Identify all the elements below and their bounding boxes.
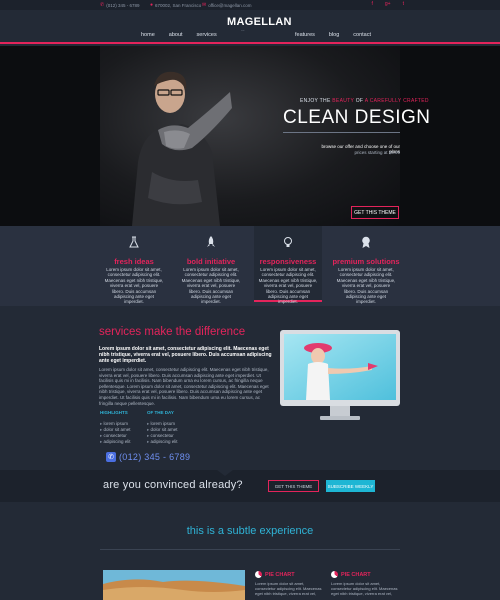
- list-item: adipiscing elit: [147, 439, 178, 445]
- hero-price: prices starting at $5.99: [354, 150, 400, 155]
- logo[interactable]: MAGELLAN: [227, 16, 292, 28]
- feature-card[interactable]: premium solutions Lorem ipsum dolor sit …: [332, 226, 400, 305]
- feature-card[interactable]: bold initiative Lorem ipsum dolor sit am…: [177, 226, 245, 305]
- rocket-icon: [207, 236, 215, 247]
- man-with-scarf-image: [132, 71, 232, 226]
- logo-tagline: ~~: [241, 28, 245, 32]
- facebook-icon[interactable]: f: [372, 1, 373, 7]
- cta-bar: [0, 470, 500, 502]
- nav-right: features blog contact: [295, 32, 371, 38]
- feature-title: bold initiative: [186, 257, 236, 266]
- nav-left: home about services: [141, 32, 217, 38]
- cta-notch: [217, 470, 233, 476]
- services-title: services make the difference: [99, 326, 246, 338]
- pie-chart-icon: [331, 571, 338, 578]
- list-item: adipiscing elit: [100, 439, 131, 445]
- top-bar: ✆ (012) 345 - 6789 ● 670002, San Francis…: [0, 0, 500, 10]
- flask-icon: [129, 236, 139, 248]
- subscribe-button[interactable]: SUBSCRIBE WEEKLY: [326, 480, 375, 492]
- hero-divider: [283, 132, 400, 133]
- hero-photo: [100, 46, 400, 226]
- site-header: MAGELLAN ~~ home about services features…: [0, 10, 500, 44]
- award-icon: [362, 236, 370, 248]
- desert-image: [103, 570, 245, 600]
- feature-title: responsiveness: [259, 257, 317, 266]
- nav-about[interactable]: about: [169, 32, 183, 38]
- social-links: f g+ t: [372, 1, 404, 7]
- lightbulb-icon: [284, 237, 292, 247]
- pie-chart-text: Lorem ipsum dolor sit amet, consectetur …: [255, 581, 322, 596]
- nav-blog[interactable]: blog: [329, 32, 339, 38]
- feature-text: Lorem ipsum dolor sit amet, consectetur …: [104, 267, 164, 305]
- nav-contact[interactable]: contact: [353, 32, 371, 38]
- phone-contact[interactable]: ✆ (012) 345 - 6789: [106, 452, 190, 462]
- cta-text: are you convinced already?: [103, 479, 243, 491]
- feature-title: premium solutions: [332, 257, 400, 266]
- pie-chart-title: PIE CHART: [265, 571, 295, 578]
- feature-text: Lorem ipsum dolor sit amet, consectetur …: [181, 267, 241, 305]
- mail-icon: ✉: [202, 2, 207, 8]
- topbar-phone[interactable]: ✆ (012) 345 - 6789: [100, 2, 139, 8]
- feature-title: fresh ideas: [114, 257, 154, 266]
- twitter-icon[interactable]: t: [403, 1, 404, 7]
- nav-features[interactable]: features: [295, 32, 315, 38]
- feature-card[interactable]: fresh ideas Lorem ipsum dolor sit amet, …: [100, 226, 168, 305]
- hero-title: CLEAN DESIGN: [283, 107, 431, 128]
- feature-card[interactable]: responsiveness Lorem ipsum dolor sit ame…: [254, 226, 322, 305]
- monitor-image: [280, 330, 400, 420]
- highlights-list: lorem ipsum dolor sit amet consectetur a…: [100, 421, 131, 445]
- highlights-heading: HIGHLIGHTS: [100, 410, 128, 415]
- pie-chart-block: PIE CHART Lorem ipsum dolor sit amet, co…: [255, 571, 323, 596]
- pie-chart-icon: [255, 571, 262, 578]
- location-icon: ●: [150, 2, 154, 8]
- get-theme-cta-button[interactable]: GET THIS THEME: [268, 480, 319, 492]
- feature-text: Lorem ipsum dolor sit amet, consectetur …: [336, 267, 396, 305]
- services-body: Lorem ipsum dolor sit amet, consectetur …: [99, 367, 269, 406]
- subtle-divider: [100, 549, 400, 550]
- of-the-day-list: lorem ipsum dolor sit amet consectetur a…: [147, 421, 178, 445]
- get-theme-button[interactable]: GET THIS THEME: [351, 206, 399, 219]
- pie-chart-text: Lorem ipsum dolor sit amet, consectetur …: [331, 581, 398, 596]
- hero-banner: ENJOY THE BEAUTY OF A CAREFULLY CRAFTED …: [0, 46, 500, 226]
- pie-chart-title: PIE CHART: [341, 571, 371, 578]
- topbar-email[interactable]: ✉ office@magellan.com: [202, 2, 251, 8]
- features-section: fresh ideas Lorem ipsum dolor sit amet, …: [0, 226, 500, 306]
- services-lead: Lorem ipsum dolor sit amet, consectetur …: [99, 346, 272, 364]
- nav-home[interactable]: home: [141, 32, 155, 38]
- subtle-title: this is a subtle experience: [186, 525, 314, 537]
- googleplus-icon[interactable]: g+: [385, 1, 391, 7]
- of-the-day-heading: OF THE DAY: [147, 410, 174, 415]
- phone-icon: ✆: [106, 452, 116, 462]
- feature-text: Lorem ipsum dolor sit amet, consectetur …: [258, 267, 318, 305]
- nav-services[interactable]: services: [197, 32, 217, 38]
- hero-tagline: ENJOY THE BEAUTY OF A CAREFULLY CRAFTED: [300, 98, 429, 104]
- pie-chart-block: PIE CHART Lorem ipsum dolor sit amet, co…: [331, 571, 399, 596]
- phone-icon: ✆: [100, 2, 105, 8]
- topbar-address: ● 670002, San Francisco: [150, 2, 202, 8]
